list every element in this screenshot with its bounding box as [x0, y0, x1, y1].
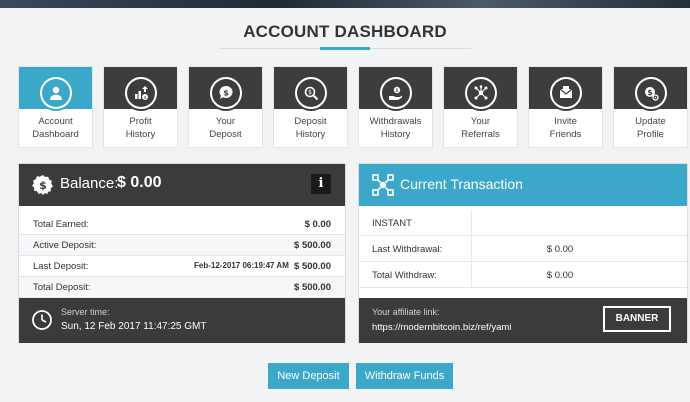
table-row: Total Withdraw: $ 0.00 [359, 262, 687, 288]
affiliate-link[interactable]: https://modernbitcoin.biz/ref/yami [372, 322, 511, 333]
page-title: ACCOUNT DASHBOARD [243, 22, 447, 41]
tile-label: Deposit History [294, 116, 327, 140]
transaction-network-icon [372, 174, 394, 196]
svg-text:$: $ [39, 179, 47, 192]
tile-label: Update Profile [635, 116, 666, 140]
title-accent-bar [320, 47, 370, 50]
tile-withdrawals-history[interactable]: $ Withdrawals History [358, 66, 433, 148]
dollar-gear-icon: $ [636, 79, 665, 107]
tile-label: Your Deposit [209, 116, 242, 140]
new-deposit-button[interactable]: New Deposit [268, 363, 349, 389]
tile-label: Invite Friends [549, 116, 582, 140]
affiliate-bar: Your affiliate link: https://modernbitco… [359, 298, 687, 343]
svg-text:$: $ [647, 88, 652, 97]
profit-chart-icon: $ [126, 79, 155, 107]
table-row: Total Earned: $ 0.00 [19, 214, 345, 235]
server-time-value: Sun, 12 Feb 2017 11:47:25 GMT [61, 321, 207, 332]
tile-label: Account Dashboard [32, 116, 79, 140]
transaction-header: Current Transaction [359, 164, 687, 206]
balance-label: Balance: [60, 175, 119, 192]
tile-your-deposit[interactable]: $ Your Deposit [188, 66, 263, 148]
affiliate-label: Your affiliate link: [372, 307, 440, 317]
withdraw-funds-button[interactable]: Withdraw Funds [356, 363, 453, 389]
clock-icon [32, 310, 52, 330]
tile-invite-friends[interactable]: Invite Friends [528, 66, 603, 148]
svg-text:$: $ [395, 88, 398, 94]
table-row: Last Withdrawal: $ 0.00 [359, 236, 687, 262]
balance-panel: $ Balance: $ 0.00 i Total Earned: $ 0.00… [18, 163, 346, 343]
table-row: Last Deposit: Feb-12-2017 06:19:47 AM $ … [19, 256, 345, 277]
hand-coin-icon: $ [381, 79, 410, 107]
dollar-badge-icon: $ [32, 175, 53, 195]
transaction-panel: Current Transaction INSTANT Last Withdra… [358, 163, 688, 343]
svg-text:$: $ [143, 95, 146, 101]
info-button[interactable]: i [311, 174, 331, 194]
transaction-title: Current Transaction [400, 176, 523, 192]
tile-deposit-history[interactable]: $ Deposit History [273, 66, 348, 148]
tile-label: Your Referrals [461, 116, 500, 140]
tile-your-referrals[interactable]: Your Referrals [443, 66, 518, 148]
tile-account-dashboard[interactable]: Account Dashboard [18, 66, 93, 148]
magnifier-dollar-icon: $ [296, 79, 325, 107]
top-banner-strip [0, 0, 690, 8]
table-row: INSTANT [359, 210, 687, 236]
table-row: Total Deposit: $ 500.00 [19, 277, 345, 298]
envelope-icon [551, 79, 580, 107]
table-row: Active Deposit: $ 500.00 [19, 235, 345, 256]
tile-label: Profit History [125, 116, 156, 140]
balance-value: $ 0.00 [117, 174, 162, 191]
svg-text:$: $ [223, 89, 229, 98]
tile-update-profile[interactable]: $ Update Profile [613, 66, 688, 148]
server-time-label: Server time: [61, 307, 110, 317]
dollar-bubble-icon: $ [211, 79, 240, 107]
server-time-bar: Server time: Sun, 12 Feb 2017 11:47:25 G… [19, 298, 345, 343]
user-icon [41, 79, 70, 107]
balance-header: $ Balance: $ 0.00 i [19, 164, 345, 206]
tile-label: Withdrawals History [369, 116, 422, 140]
tile-profit-history[interactable]: $ Profit History [103, 66, 178, 148]
banner-button[interactable]: BANNER [603, 306, 671, 332]
svg-text:$: $ [308, 89, 312, 96]
network-icon [466, 79, 495, 107]
